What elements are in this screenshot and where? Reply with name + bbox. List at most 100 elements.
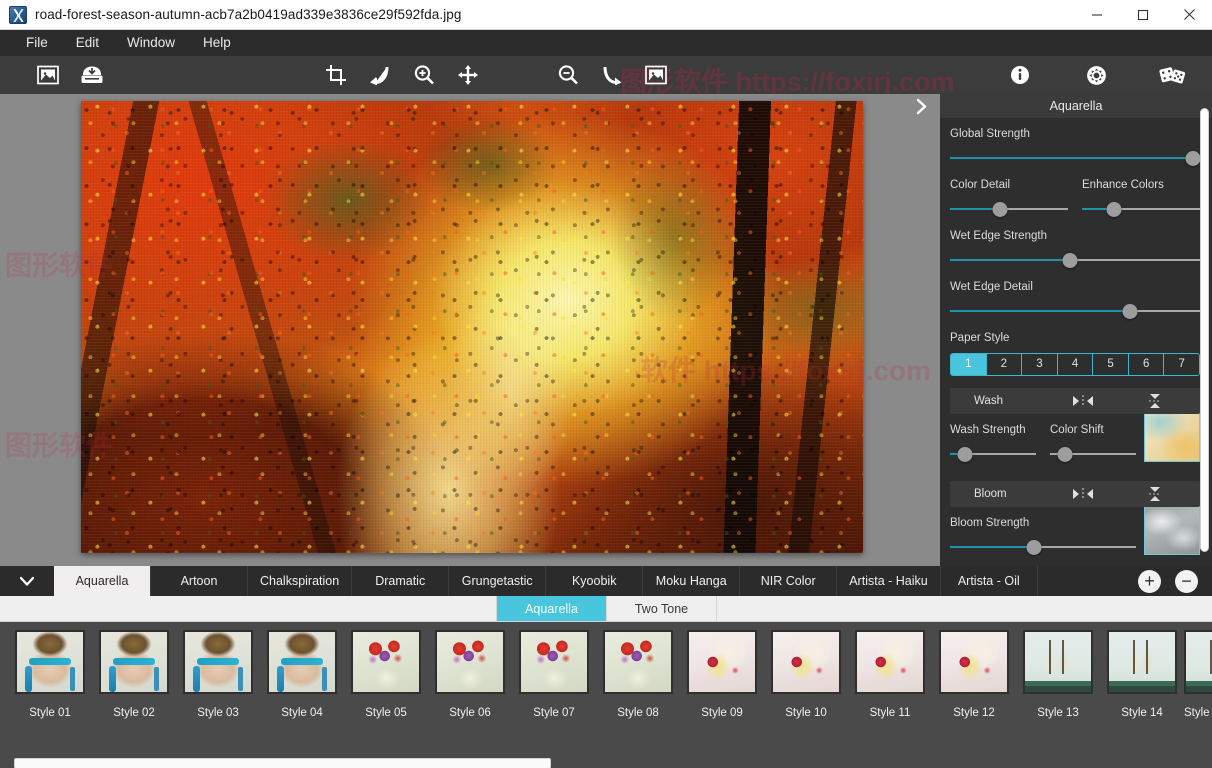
close-icon[interactable] xyxy=(1166,0,1212,30)
control-wash-strength[interactable]: Wash Strength xyxy=(950,424,1036,463)
menu-window[interactable]: Window xyxy=(113,30,189,56)
preset-item[interactable]: Style 07 xyxy=(512,630,596,719)
undo-icon[interactable] xyxy=(358,58,402,92)
wash-preview-thumbnail[interactable] xyxy=(1144,410,1200,462)
collapse-icon[interactable] xyxy=(1146,393,1164,414)
color-shift-slider[interactable] xyxy=(1050,445,1136,463)
tab-artista-oil[interactable]: Artista - Oil xyxy=(941,566,1038,596)
redo-icon[interactable] xyxy=(590,58,634,92)
image-canvas[interactable]: 图形软件 图形软件 软件 https://foxirj.com 图形软件 htt… xyxy=(0,94,940,566)
preset-thumbnail[interactable] xyxy=(351,630,421,694)
info-icon[interactable] xyxy=(998,58,1042,92)
preset-item[interactable]: Style 15 xyxy=(1184,630,1212,719)
paper-style-4[interactable]: 4 xyxy=(1057,354,1094,375)
tab-artista-haiku[interactable]: Artista - Haiku xyxy=(837,566,941,596)
preset-thumbnail[interactable] xyxy=(15,630,85,694)
preset-thumbnail[interactable] xyxy=(855,630,925,694)
randomize-dice-icon[interactable] xyxy=(1150,58,1194,92)
control-color-detail[interactable]: Color Detail xyxy=(950,179,1068,218)
preset-item[interactable]: Style 09 xyxy=(680,630,764,719)
menu-help[interactable]: Help xyxy=(189,30,245,56)
tab-grungetastic[interactable]: Grungetastic xyxy=(449,566,547,596)
preset-item[interactable]: Style 04 xyxy=(260,630,344,719)
color-detail-slider[interactable] xyxy=(950,200,1068,218)
section-header-wash[interactable]: Wash xyxy=(950,388,1200,414)
preset-item[interactable]: Style 12 xyxy=(932,630,1016,719)
menu-edit[interactable]: Edit xyxy=(62,30,113,56)
reset-arrows-icon[interactable] xyxy=(1070,394,1096,413)
subtab-aquarella[interactable]: Aquarella xyxy=(497,596,607,621)
preset-item[interactable]: Style 13 xyxy=(1016,630,1100,719)
preset-item[interactable]: Style 08 xyxy=(596,630,680,719)
tab-nir-color[interactable]: NIR Color xyxy=(740,566,838,596)
paper-style-7[interactable]: 7 xyxy=(1164,354,1199,375)
zoom-out-icon[interactable] xyxy=(546,58,590,92)
preset-item[interactable]: Style 11 xyxy=(848,630,932,719)
subtab-two-tone[interactable]: Two Tone xyxy=(607,596,717,621)
bloom-preview-thumbnail[interactable] xyxy=(1144,503,1200,555)
control-global-strength[interactable]: Global Strength xyxy=(950,128,1200,167)
control-color-shift[interactable]: Color Shift xyxy=(1050,424,1136,463)
bloom-strength-slider[interactable] xyxy=(950,538,1136,556)
preset-item[interactable]: Style 05 xyxy=(344,630,428,719)
tab-chalkspiration[interactable]: Chalkspiration xyxy=(248,566,353,596)
tab-dramatic[interactable]: Dramatic xyxy=(352,566,450,596)
preset-thumbnail[interactable] xyxy=(939,630,1009,694)
remove-style-button[interactable]: − xyxy=(1175,569,1198,593)
wet-edge-strength-slider[interactable] xyxy=(950,251,1200,269)
preset-item[interactable]: Style 03 xyxy=(176,630,260,719)
chevron-right-icon[interactable] xyxy=(903,94,940,119)
maximize-icon[interactable] xyxy=(1120,0,1166,30)
preset-thumbnail[interactable] xyxy=(603,630,673,694)
preset-thumbnail[interactable] xyxy=(771,630,841,694)
chevron-down-icon[interactable] xyxy=(0,566,54,596)
paper-style-6[interactable]: 6 xyxy=(1128,354,1165,375)
preset-item[interactable]: Style 06 xyxy=(428,630,512,719)
tab-artoon[interactable]: Artoon xyxy=(151,566,248,596)
section-header-bloom[interactable]: Bloom xyxy=(950,481,1200,507)
paper-style-selector[interactable]: 1 2 3 4 5 6 7 xyxy=(950,353,1200,376)
preset-thumbnail[interactable] xyxy=(687,630,757,694)
preset-thumbnail[interactable] xyxy=(519,630,589,694)
preset-thumbnail[interactable] xyxy=(183,630,253,694)
tab-aquarella[interactable]: Aquarella xyxy=(54,566,151,596)
paper-style-2[interactable]: 2 xyxy=(986,354,1023,375)
paper-style-3[interactable]: 3 xyxy=(1022,354,1058,375)
tab-kyoobik[interactable]: Kyoobik xyxy=(546,566,644,596)
settings-icon[interactable] xyxy=(1074,58,1118,92)
control-bloom-strength[interactable]: Bloom Strength xyxy=(950,517,1136,556)
tab-moku-hanga[interactable]: Moku Hanga xyxy=(643,566,741,596)
panel-scrollbar[interactable] xyxy=(1200,108,1209,552)
thumbnail-scrollbar-thumb[interactable] xyxy=(14,757,551,768)
thumbnail-scrollbar-track[interactable] xyxy=(6,757,1206,768)
preset-thumbnail[interactable] xyxy=(1107,630,1177,694)
control-wet-edge-detail[interactable]: Wet Edge Detail xyxy=(950,281,1200,320)
crop-icon[interactable] xyxy=(314,58,358,92)
preset-item[interactable]: Style 14 xyxy=(1100,630,1184,719)
minimize-icon[interactable] xyxy=(1074,0,1120,30)
reset-arrows-icon[interactable] xyxy=(1070,487,1096,506)
save-image-icon[interactable] xyxy=(70,58,114,92)
control-wet-edge-strength[interactable]: Wet Edge Strength xyxy=(950,230,1200,269)
paper-style-5[interactable]: 5 xyxy=(1093,354,1129,375)
edited-photo[interactable] xyxy=(81,101,863,553)
collapse-icon[interactable] xyxy=(1146,486,1164,507)
pan-move-icon[interactable] xyxy=(446,58,490,92)
preset-thumbnail[interactable] xyxy=(1023,630,1093,694)
wet-edge-detail-slider[interactable] xyxy=(950,302,1200,320)
wash-strength-slider[interactable] xyxy=(950,445,1036,463)
preset-item[interactable]: Style 10 xyxy=(764,630,848,719)
zoom-in-icon[interactable] xyxy=(402,58,446,92)
add-style-button[interactable]: + xyxy=(1138,569,1161,593)
control-enhance-colors[interactable]: Enhance Colors xyxy=(1082,179,1200,218)
preset-thumbnail[interactable] xyxy=(435,630,505,694)
menu-file[interactable]: File xyxy=(12,30,62,56)
preset-thumbnail[interactable] xyxy=(267,630,337,694)
preset-thumbnail[interactable] xyxy=(1184,630,1212,694)
preset-item[interactable]: Style 02 xyxy=(92,630,176,719)
preset-item[interactable]: Style 01 xyxy=(8,630,92,719)
preset-thumbnail[interactable] xyxy=(99,630,169,694)
paper-style-1[interactable]: 1 xyxy=(951,354,987,375)
enhance-colors-slider[interactable] xyxy=(1082,200,1200,218)
control-paper-style[interactable]: Paper Style 1 2 3 4 5 6 7 xyxy=(950,332,1200,376)
